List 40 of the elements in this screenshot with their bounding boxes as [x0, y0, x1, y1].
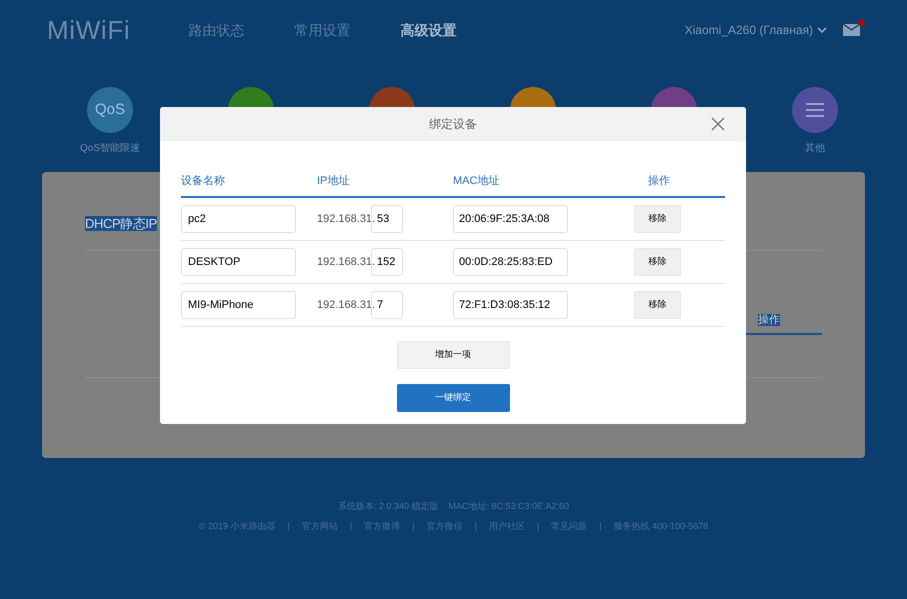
mac-text: MAC地址: 8C:53:C3:0E:A2:60 — [448, 500, 570, 513]
section-title: DHCP静态IP — [85, 216, 157, 231]
mac-field[interactable]: 20:06:9F:25:3A:08 — [453, 205, 568, 233]
dialog-title: 绑定设备 — [429, 116, 477, 133]
device-name-field[interactable]: MI9-MiPhone — [181, 291, 296, 319]
separator: | — [288, 520, 290, 533]
app-icon-text: QoS — [94, 100, 125, 120]
remove-button[interactable]: 移除 — [634, 248, 681, 276]
separator: | — [599, 520, 602, 533]
separator: | — [474, 520, 477, 533]
menu-icon — [805, 102, 825, 118]
column-header: 操作 — [648, 175, 670, 187]
mac-field[interactable]: 72:F1:D3:08:35:12 — [453, 291, 568, 319]
remove-button[interactable]: 移除 — [634, 205, 681, 233]
separator: | — [536, 520, 540, 533]
ip-suffix-field[interactable]: 7 — [371, 291, 403, 319]
version-text: 系统版本: 2.0.340 稳定版 — [338, 500, 438, 513]
ip-suffix-field[interactable]: 152 — [371, 248, 403, 276]
app-tile[interactable]: QoS — [87, 87, 133, 133]
ip-suffix-field[interactable]: 53 — [371, 205, 403, 233]
app-label: 其他 — [805, 142, 825, 156]
device-name-field[interactable]: pc2 — [181, 205, 296, 233]
bind-button[interactable]: 一键绑定 — [396, 384, 510, 412]
remove-button[interactable]: 移除 — [634, 291, 681, 319]
column-header: IP地址 — [317, 175, 350, 187]
add-item-button[interactable]: 增加一项 — [396, 341, 510, 369]
router-selector[interactable]: Xiaomi_A260 (Главная) — [684, 21, 827, 39]
separator: | — [412, 520, 415, 533]
logo[interactable]: MiWiFi — [47, 10, 130, 50]
app-tile[interactable] — [792, 87, 838, 133]
app-label: QoS智能限速 — [80, 142, 140, 156]
mac-field[interactable]: 00:0D:28:25:83:ED — [453, 248, 568, 276]
nav-tab[interactable]: 高级设置 — [400, 20, 456, 40]
separator: | — [350, 520, 352, 533]
device-name-field[interactable]: DESKTOP — [181, 248, 296, 276]
column-header: 设备名称 — [181, 175, 225, 187]
column-header: MAC地址 — [453, 175, 500, 187]
chevron-down-icon — [817, 26, 827, 34]
close-button[interactable] — [710, 116, 726, 132]
column-header: 操作 — [758, 314, 780, 326]
